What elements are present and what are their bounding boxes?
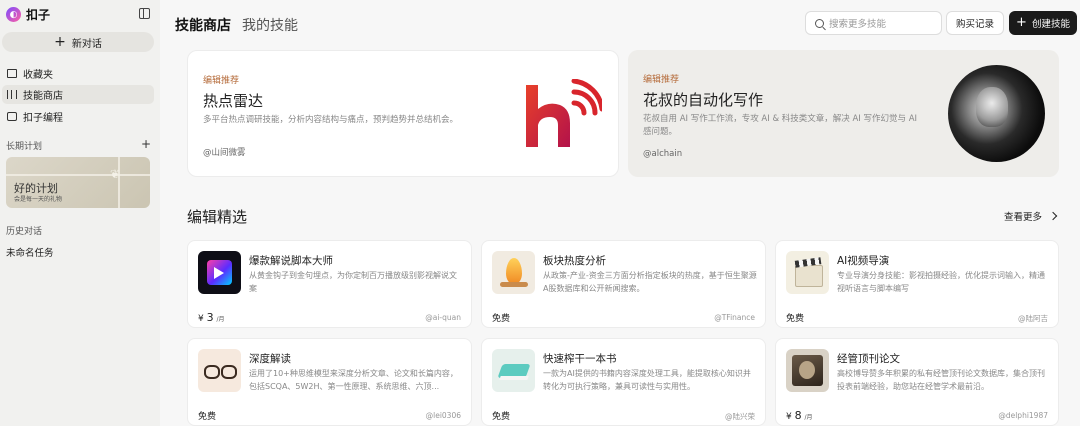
create-skill-button[interactable]: + 创建技能 bbox=[1009, 11, 1077, 35]
skill-price: ¥ 8 /月 bbox=[786, 409, 813, 422]
featured-title: 热点雷达 bbox=[203, 92, 264, 110]
glasses-thumbnail-icon bbox=[198, 349, 241, 392]
skill-name: AI视频导演 bbox=[837, 255, 890, 267]
brand[interactable]: ◐ 扣子 bbox=[6, 6, 50, 23]
sidebar: ◐ 扣子 + 新对话 收藏夹 技能商店 扣子编程 长期计划 + ❦ 好的计划 会… bbox=[0, 0, 160, 426]
featured-tag: 编辑推荐 bbox=[643, 75, 680, 85]
clapperboard-thumbnail-icon bbox=[786, 251, 829, 294]
skill-price: 免费 bbox=[492, 412, 511, 422]
featured-desc: 多平台热点调研技能，分析内容结构与痛点，预判趋势并总结机会。 bbox=[203, 115, 459, 125]
price-prefix: ¥ bbox=[198, 314, 204, 324]
new-chat-button[interactable]: + 新对话 bbox=[2, 32, 154, 52]
history-label: 历史对话 bbox=[6, 227, 43, 237]
featured-title: 花叔的自动化写作 bbox=[643, 91, 764, 109]
price-prefix: ¥ bbox=[786, 412, 792, 422]
section-title: 编辑精选 bbox=[187, 208, 248, 226]
sidebar-item-coze-coding[interactable]: 扣子编程 bbox=[2, 107, 154, 126]
price-unit: /月 bbox=[804, 414, 813, 421]
featured-author: @alchain bbox=[643, 149, 683, 159]
skill-desc: 一款为AI提供的书籍内容深度处理工具，能提取核心知识并转化为可执行策略，兼具可读… bbox=[543, 369, 751, 391]
tab-my-skills[interactable]: 我的技能 bbox=[242, 15, 298, 35]
skill-author: @delphi1987 bbox=[998, 411, 1048, 420]
featured-desc: 花叔自用 AI 写作工作流，专攻 AI & 科技类文章，解决 AI 写作幻觉与 … bbox=[643, 114, 918, 137]
price-value: 8 bbox=[794, 409, 802, 422]
skill-card[interactable]: 爆款解说脚本大师 从黄金钩子到金句埋点，为你定制百万播放级别影视解说文案 ¥ 3… bbox=[187, 240, 472, 328]
skill-desc: 高校博导赞多年积累的私有经管顶刊论文数据库，集合顶刊投表前端经验，助您站在经管学… bbox=[837, 369, 1045, 391]
sidebar-item-favorites[interactable]: 收藏夹 bbox=[2, 64, 154, 83]
folder-icon bbox=[7, 69, 17, 78]
search-input[interactable]: 搜索更多技能 bbox=[805, 11, 942, 35]
author-portrait bbox=[948, 65, 1045, 162]
price-unit: /月 bbox=[216, 316, 225, 323]
featured-author: @山间微雾 bbox=[203, 148, 246, 158]
featured-card-auto-writing[interactable]: 编辑推荐 花叔的自动化写作 花叔自用 AI 写作工作流，专攻 AI & 科技类文… bbox=[628, 50, 1059, 177]
history-item[interactable]: 未命名任务 bbox=[6, 245, 54, 259]
skill-price: ¥ 3 /月 bbox=[198, 311, 225, 324]
skill-card[interactable]: 快速榨干一本书 一款为AI提供的书籍内容深度处理工具，能提取核心知识并转化为可执… bbox=[481, 338, 766, 426]
sidebar-item-label: 收藏夹 bbox=[23, 70, 53, 81]
skill-price: 免费 bbox=[198, 412, 217, 422]
add-plan-icon[interactable]: + bbox=[141, 137, 151, 151]
books-icon bbox=[7, 90, 17, 99]
brand-logo-icon: ◐ bbox=[6, 7, 21, 22]
see-more-link[interactable]: 查看更多 bbox=[1004, 209, 1058, 223]
skill-name: 经管顶刊论文 bbox=[837, 353, 900, 365]
skill-price: 免费 bbox=[786, 314, 805, 324]
sidebar-item-label: 技能商店 bbox=[23, 91, 63, 102]
plus-icon: + bbox=[54, 34, 66, 50]
plan-card[interactable]: ❦ 好的计划 会是每一天的礼物 bbox=[6, 157, 150, 208]
brand-name: 扣子 bbox=[26, 8, 51, 22]
skill-desc: 专业导演分身技能：影视拍摄经验，优化提示词输入，精通视听语言与脚本编写 bbox=[837, 271, 1045, 293]
search-placeholder: 搜索更多技能 bbox=[829, 19, 887, 30]
price-value: 3 bbox=[206, 311, 214, 324]
skill-author: @TFinance bbox=[714, 313, 755, 322]
new-chat-label: 新对话 bbox=[71, 38, 102, 50]
skill-desc: 从政策-产业-资金三方面分析指定板块的热度，基于恒生聚源A股数据库和公开新闻搜索… bbox=[543, 271, 757, 293]
plus-icon: + bbox=[1016, 15, 1027, 30]
skill-name: 爆款解说脚本大师 bbox=[249, 255, 333, 267]
skill-name: 深度解读 bbox=[249, 353, 291, 365]
skill-desc: 从黄金钩子到金句埋点，为你定制百万播放级别影视解说文案 bbox=[249, 271, 457, 293]
skill-card[interactable]: 板块热度分析 从政策-产业-资金三方面分析指定板块的热度，基于恒生聚源A股数据库… bbox=[481, 240, 766, 328]
skill-author: @lei0306 bbox=[425, 411, 461, 420]
film-thumbnail-icon bbox=[198, 251, 241, 294]
magazine-thumbnail-icon bbox=[786, 349, 829, 392]
flame-thumbnail-icon bbox=[492, 251, 535, 294]
skill-card[interactable]: AI视频导演 专业导演分身技能：影视拍摄经验，优化提示词输入，精通视听语言与脚本… bbox=[775, 240, 1059, 328]
long-term-plan-label: 长期计划 bbox=[6, 142, 43, 152]
skill-author: @陆兴荣 bbox=[725, 412, 755, 421]
sidebar-item-skill-store[interactable]: 技能商店 bbox=[2, 85, 154, 104]
monitor-icon bbox=[7, 112, 17, 121]
skill-author: @陆阿吉 bbox=[1018, 314, 1048, 323]
featured-card-hot-radar[interactable]: 编辑推荐 热点雷达 多平台热点调研技能，分析内容结构与痛点，预判趋势并总结机会。… bbox=[187, 50, 619, 177]
book-thumbnail-icon bbox=[492, 349, 535, 392]
search-icon bbox=[815, 18, 824, 28]
featured-tag: 编辑推荐 bbox=[203, 76, 240, 86]
skill-name: 板块热度分析 bbox=[543, 255, 606, 267]
create-skill-label: 创建技能 bbox=[1031, 19, 1070, 30]
sidebar-collapse-icon[interactable] bbox=[139, 8, 150, 19]
skill-card[interactable]: 经管顶刊论文 高校博导赞多年积累的私有经管顶刊论文数据库，集合顶刊投表前端经验，… bbox=[775, 338, 1059, 426]
skill-name: 快速榨干一本书 bbox=[543, 353, 617, 365]
skill-desc: 运用了10+种思维模型来深度分析文章、论文和长篇内容，包括SCQA、5W2H、第… bbox=[249, 369, 458, 391]
see-more-label: 查看更多 bbox=[1004, 212, 1043, 223]
chevron-right-icon bbox=[1048, 211, 1058, 221]
ribbon-decoration bbox=[6, 174, 150, 176]
purchase-history-button[interactable]: 购买记录 bbox=[946, 11, 1004, 35]
skill-card[interactable]: 深度解读 运用了10+种思维模型来深度分析文章、论文和长篇内容，包括SCQA、5… bbox=[187, 338, 472, 426]
gift-bow-icon: ❦ bbox=[110, 167, 121, 181]
skill-price: 免费 bbox=[492, 314, 511, 324]
tab-skill-store[interactable]: 技能商店 bbox=[175, 15, 231, 35]
plan-card-subtitle: 会是每一天的礼物 bbox=[14, 196, 63, 203]
hot-radar-logo-icon bbox=[526, 79, 602, 147]
ribbon-decoration bbox=[118, 157, 120, 208]
sidebar-item-label: 扣子编程 bbox=[23, 113, 63, 124]
skill-author: @ai-quan bbox=[425, 313, 461, 322]
